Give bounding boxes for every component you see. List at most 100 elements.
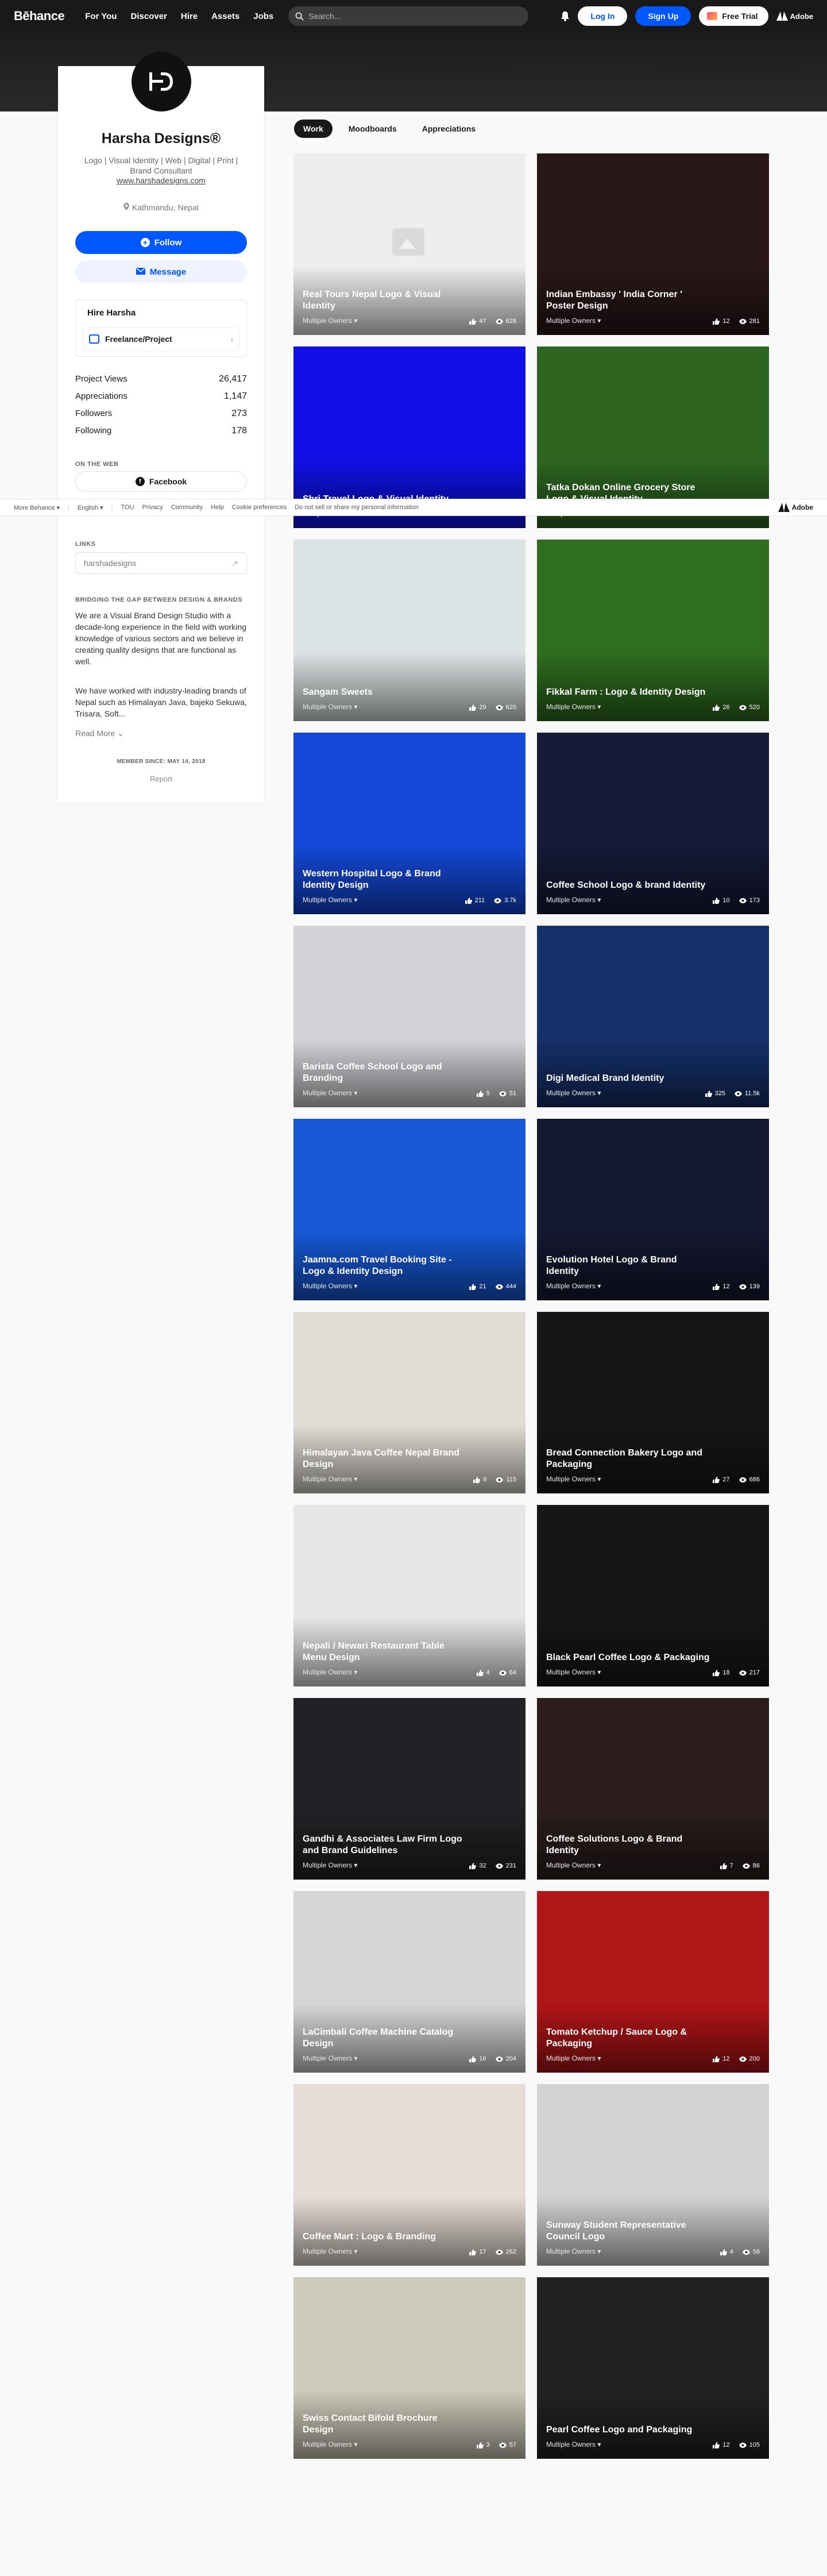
project-title[interactable]: Evolution Hotel Logo & Brand Identity <box>546 1254 712 1277</box>
project-card[interactable]: Nepali / Newari Restaurant Table Menu De… <box>293 1505 525 1686</box>
footer-help[interactable]: Help <box>211 504 224 511</box>
avatar[interactable] <box>132 52 191 111</box>
project-title[interactable]: Western Hospital Logo & Brand Identity D… <box>303 868 468 891</box>
project-card[interactable]: Sunway Student Representative Council Lo… <box>537 2084 769 2266</box>
project-owner[interactable]: Multiple Owners ▾ <box>303 1668 357 1676</box>
project-owner[interactable]: Multiple Owners ▾ <box>303 1475 357 1483</box>
follow-button[interactable]: + Follow <box>75 231 247 254</box>
signup-button[interactable]: Sign Up <box>635 6 691 26</box>
read-more-link[interactable]: Read More ⌄ <box>75 729 124 738</box>
project-card[interactable]: Swiss Contact Bifold Brochure Design Mult… <box>293 2277 525 2459</box>
project-title[interactable]: Indian Embassy ' India Corner ' Poster D… <box>546 289 712 312</box>
tab-work[interactable]: Work <box>294 120 333 138</box>
project-owner[interactable]: Multiple Owners ▾ <box>303 2054 357 2062</box>
nav-link-for-you[interactable]: For You <box>85 11 117 21</box>
project-owner[interactable]: Multiple Owners ▾ <box>546 1668 601 1676</box>
website-link[interactable]: www.harshadesigns.com <box>58 176 264 185</box>
tab-appreciations[interactable]: Appreciations <box>413 120 485 138</box>
project-owner[interactable]: Multiple Owners ▾ <box>546 896 601 904</box>
project-owner[interactable]: Multiple Owners ▾ <box>303 317 357 325</box>
project-title[interactable]: Gandhi & Associates Law Firm Logo and Br… <box>303 1834 468 1857</box>
project-card[interactable]: Bread Connection Bakery Logo and Packagi… <box>537 1312 769 1493</box>
footer-privacy[interactable]: Privacy <box>142 504 163 511</box>
project-card[interactable]: Gandhi & Associates Law Firm Logo and Br… <box>293 1698 525 1880</box>
project-card[interactable]: LaCimbali Coffee Machine Catalog Design M… <box>293 1891 525 2073</box>
project-card[interactable]: Barista Coffee School Logo and Branding M… <box>293 926 525 1107</box>
project-title[interactable]: Tomato Ketchup / Sauce Logo & Packaging <box>546 2027 712 2050</box>
project-title[interactable]: Fikkal Farm : Logo & Identity Design <box>546 687 712 698</box>
project-owner[interactable]: Multiple Owners ▾ <box>546 1861 601 1869</box>
link-item[interactable]: harshadesigns ↗ <box>75 552 247 574</box>
project-owner[interactable]: Multiple Owners ▾ <box>303 2440 357 2448</box>
bell-icon[interactable] <box>561 11 570 21</box>
project-owner[interactable]: Multiple Owners ▾ <box>303 1282 357 1290</box>
login-button[interactable]: Log In <box>578 6 628 26</box>
nav-link-hire[interactable]: Hire <box>181 11 198 21</box>
message-button[interactable]: Message <box>75 260 247 283</box>
project-card[interactable]: Evolution Hotel Logo & Brand Identity Mul… <box>537 1119 769 1300</box>
report-link[interactable]: Report <box>58 775 264 783</box>
footer-language[interactable]: English ▾ <box>78 504 103 511</box>
project-title[interactable]: Coffee School Logo & brand Identity <box>546 880 712 891</box>
project-card[interactable]: Real Tours Nepal Logo & Visual Identity M… <box>293 153 525 335</box>
project-title[interactable]: Coffee Solutions Logo & Brand Identity <box>546 1834 712 1857</box>
nav-link-jobs[interactable]: Jobs <box>253 11 273 21</box>
project-card[interactable]: Sangam Sweets Multiple Owners ▾ 29 620 <box>293 540 525 721</box>
project-owner[interactable]: Multiple Owners ▾ <box>546 2440 601 2448</box>
footer-tou[interactable]: TOU <box>121 504 134 511</box>
tab-moodboards[interactable]: Moodboards <box>339 120 406 138</box>
project-title[interactable]: Sunway Student Representative Council Lo… <box>546 2220 712 2243</box>
project-owner[interactable]: Multiple Owners ▾ <box>303 1861 357 1869</box>
nav-link-assets[interactable]: Assets <box>211 11 239 21</box>
project-card[interactable]: Digi Medical Brand Identity Multiple Owne… <box>537 926 769 1107</box>
project-title[interactable]: Bread Connection Bakery Logo and Packagi… <box>546 1447 712 1470</box>
project-title[interactable]: Real Tours Nepal Logo & Visual Identity <box>303 289 468 312</box>
project-owner[interactable]: Multiple Owners ▾ <box>546 1089 601 1097</box>
project-title[interactable]: Black Pearl Coffee Logo & Packaging <box>546 1652 712 1664</box>
project-owner[interactable]: Multiple Owners ▾ <box>546 317 601 325</box>
project-owner[interactable]: Multiple Owners ▾ <box>546 2247 601 2255</box>
nav-link-discover[interactable]: Discover <box>131 11 167 21</box>
project-title[interactable]: Pearl Coffee Logo and Packaging <box>546 2424 712 2436</box>
project-owner[interactable]: Multiple Owners ▾ <box>303 1089 357 1097</box>
free-trial-button[interactable]: Free Trial <box>699 6 768 26</box>
footer-cookie-preferences[interactable]: Cookie preferences <box>232 504 287 511</box>
project-card[interactable]: Black Pearl Coffee Logo & Packaging Multi… <box>537 1505 769 1686</box>
footer-do-not-sell[interactable]: Do not sell or share my personal informa… <box>295 504 419 511</box>
project-card[interactable]: Coffee Solutions Logo & Brand Identity Mu… <box>537 1698 769 1880</box>
facebook-link[interactable]: f Facebook <box>75 471 247 492</box>
project-card[interactable]: Himalayan Java Coffee Nepal Brand Design… <box>293 1312 525 1493</box>
project-card[interactable]: Jaamna.com Travel Booking Site - Logo & … <box>293 1119 525 1300</box>
project-card[interactable]: Tomato Ketchup / Sauce Logo & Packaging M… <box>537 1891 769 2073</box>
project-owner[interactable]: Multiple Owners ▾ <box>303 2247 357 2255</box>
project-owner[interactable]: Multiple Owners ▾ <box>303 896 357 904</box>
project-card[interactable]: Pearl Coffee Logo and Packaging Multiple … <box>537 2277 769 2459</box>
project-title[interactable]: Barista Coffee School Logo and Branding <box>303 1061 468 1084</box>
project-title[interactable]: Jaamna.com Travel Booking Site - Logo & … <box>303 1254 468 1277</box>
footer-community[interactable]: Community <box>171 504 203 511</box>
project-card[interactable]: Coffee Mart : Logo & Branding Multiple Ow… <box>293 2084 525 2266</box>
project-title[interactable]: LaCimbali Coffee Machine Catalog Design <box>303 2027 468 2050</box>
project-title[interactable]: Swiss Contact Bifold Brochure Design <box>303 2413 468 2436</box>
project-card[interactable]: Coffee School Logo & brand Identity Multi… <box>537 733 769 914</box>
stat-following[interactable]: Following 178 <box>75 426 247 443</box>
search-input[interactable]: Search... <box>288 6 529 26</box>
project-owner[interactable]: Multiple Owners ▾ <box>546 1475 601 1483</box>
project-owner[interactable]: Multiple Owners ▾ <box>303 703 357 711</box>
project-card[interactable]: Indian Embassy ' India Corner ' Poster D… <box>537 153 769 335</box>
hire-freelance-option[interactable]: Freelance/Project › <box>83 328 239 351</box>
project-title[interactable]: Digi Medical Brand Identity <box>546 1073 712 1084</box>
project-title[interactable]: Nepali / Newari Restaurant Table Menu De… <box>303 1641 468 1664</box>
project-title[interactable]: Sangam Sweets <box>303 687 468 698</box>
stat-followers[interactable]: Followers 273 <box>75 409 247 426</box>
project-owner[interactable]: Multiple Owners ▾ <box>546 1282 601 1290</box>
behance-logo[interactable]: Bēhance <box>14 9 65 24</box>
project-title[interactable]: Himalayan Java Coffee Nepal Brand Design <box>303 1447 468 1470</box>
footer-adobe-link[interactable]: Adobe <box>778 503 813 512</box>
footer-more-behance[interactable]: More Behance ▾ <box>14 504 60 511</box>
project-card[interactable]: Western Hospital Logo & Brand Identity D… <box>293 733 525 914</box>
project-title[interactable]: Coffee Mart : Logo & Branding <box>303 2231 468 2243</box>
project-owner[interactable]: Multiple Owners ▾ <box>546 2054 601 2062</box>
project-card[interactable]: Fikkal Farm : Logo & Identity Design Mult… <box>537 540 769 721</box>
project-owner[interactable]: Multiple Owners ▾ <box>546 703 601 711</box>
